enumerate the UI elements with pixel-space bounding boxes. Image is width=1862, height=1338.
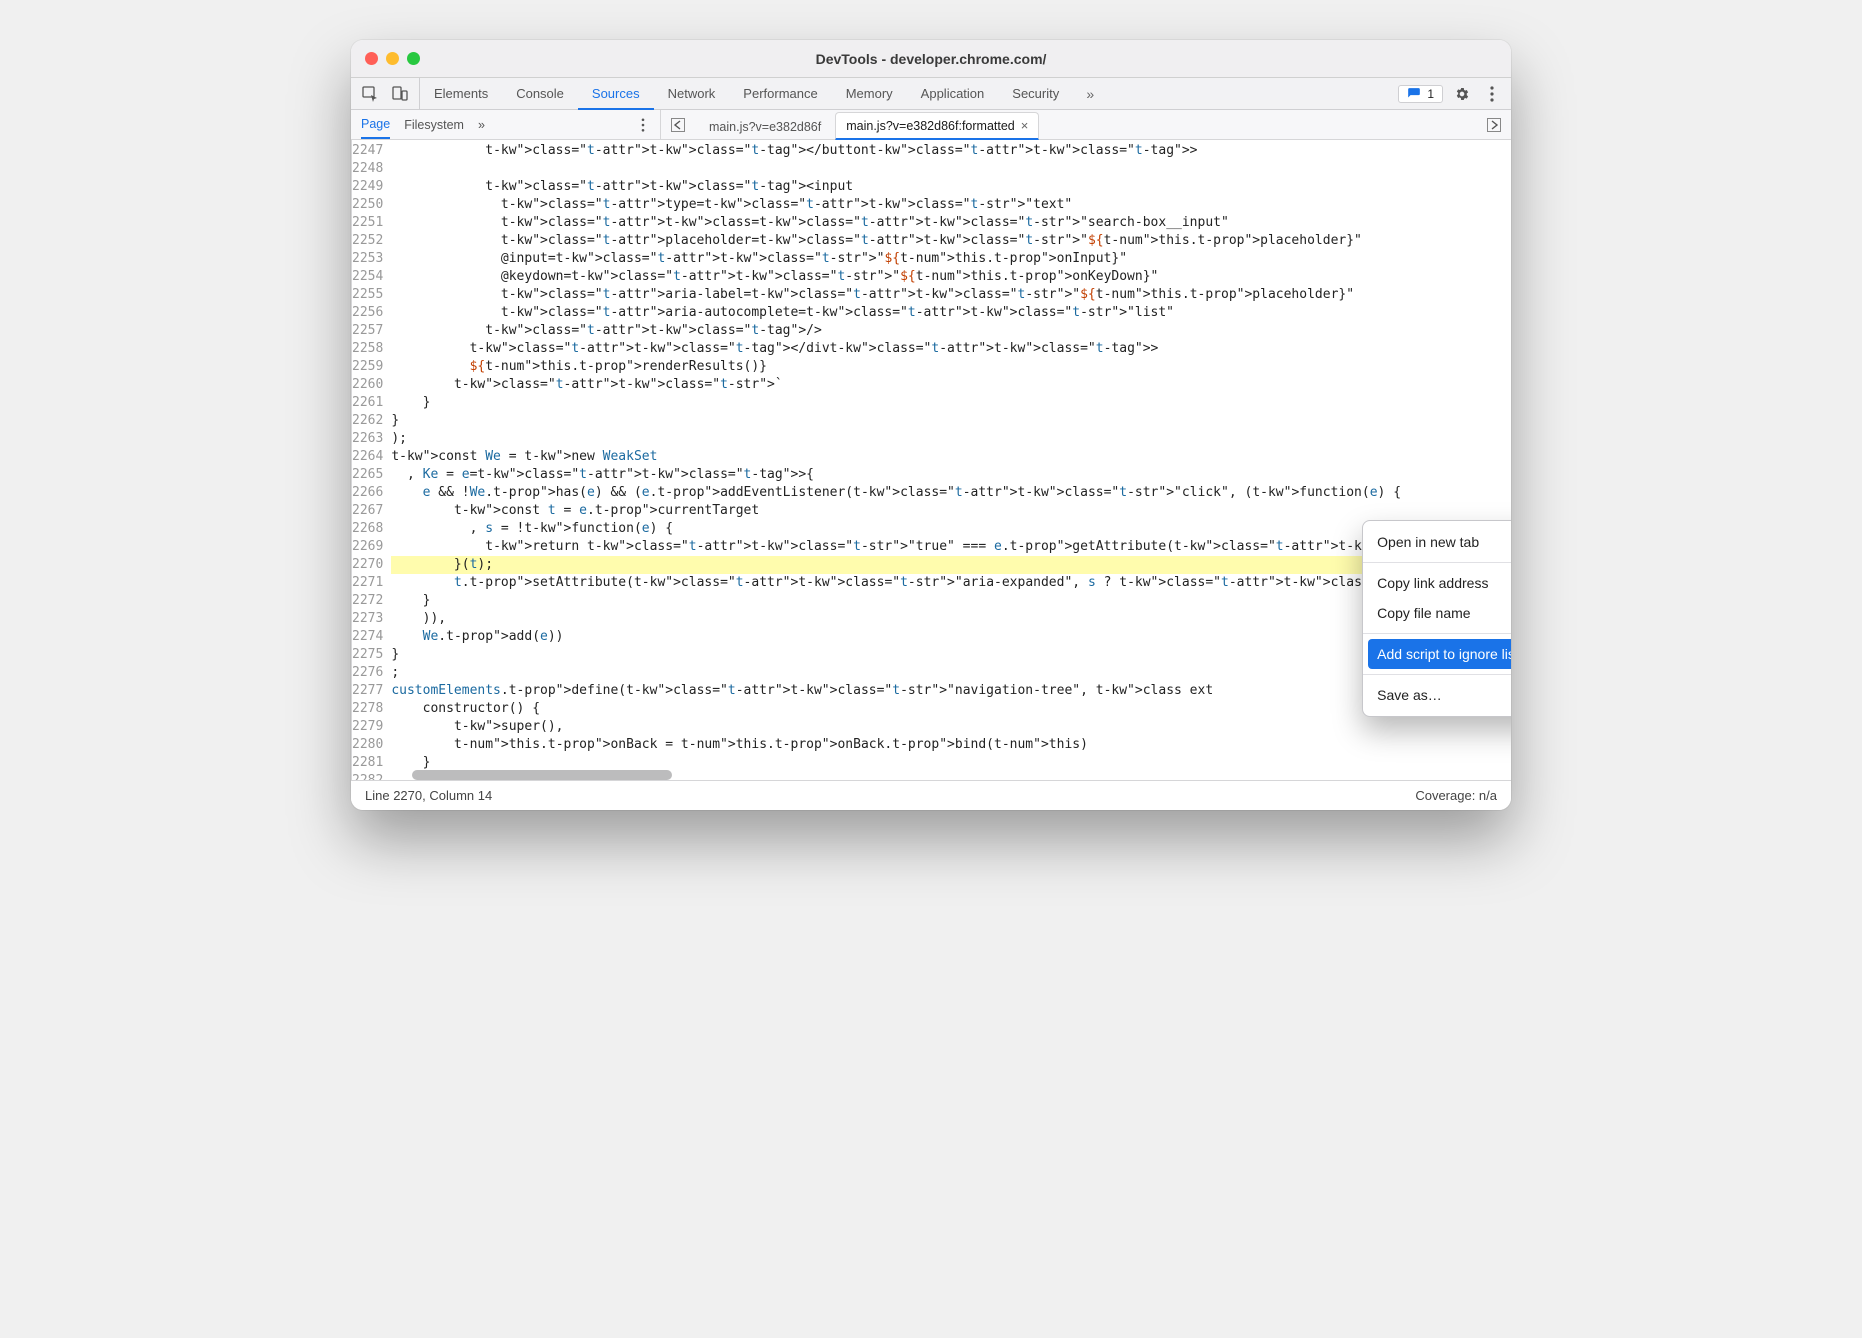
sidebar-more-icon[interactable] <box>632 114 654 136</box>
device-toggle-icon[interactable] <box>389 83 411 105</box>
menu-separator <box>1363 562 1511 563</box>
horizontal-scrollbar[interactable] <box>412 770 672 780</box>
line-number-gutter: 2247224822492250225122522253225422552256… <box>352 140 391 780</box>
context-menu-item[interactable]: Add script to ignore list <box>1368 639 1511 669</box>
kebab-menu-icon[interactable] <box>1481 83 1503 105</box>
devtools-toolbar: ElementsConsoleSourcesNetworkPerformance… <box>351 78 1511 110</box>
sidebar-tab-filesystem[interactable]: Filesystem <box>404 112 464 138</box>
devtools-tab-elements[interactable]: Elements <box>420 78 502 109</box>
menu-separator <box>1363 674 1511 675</box>
context-menu-item[interactable]: Save as… <box>1363 680 1511 710</box>
issues-button[interactable]: 1 <box>1398 85 1443 103</box>
context-menu-item[interactable]: Open in new tab <box>1363 527 1511 557</box>
close-tab-icon[interactable]: × <box>1021 118 1029 133</box>
devtools-tab-console[interactable]: Console <box>502 78 578 109</box>
navigate-back-icon[interactable] <box>667 114 689 136</box>
tabs-overflow-icon[interactable]: » <box>1079 83 1101 105</box>
sidebar-tabs-overflow-icon[interactable]: » <box>478 112 485 138</box>
file-tab-label: main.js?v=e382d86f <box>709 120 821 134</box>
devtools-tab-security[interactable]: Security <box>998 78 1073 109</box>
devtools-tab-performance[interactable]: Performance <box>729 78 831 109</box>
window-title: DevTools - developer.chrome.com/ <box>351 51 1511 67</box>
sources-subtoolbar: Page Filesystem » main.js?v=e382d86f main… <box>351 110 1511 140</box>
menu-separator <box>1363 633 1511 634</box>
context-menu: Open in new tab Copy link addressCopy fil… <box>1362 520 1511 717</box>
status-bar: Line 2270, Column 14 Coverage: n/a <box>351 780 1511 810</box>
cursor-position: Line 2270, Column 14 <box>365 788 492 803</box>
code-editor[interactable]: 2247224822492250225122522253225422552256… <box>352 140 1511 780</box>
devtools-tab-memory[interactable]: Memory <box>832 78 907 109</box>
show-debugger-icon[interactable] <box>1483 114 1505 136</box>
devtools-tab-sources[interactable]: Sources <box>578 78 654 110</box>
window-titlebar: DevTools - developer.chrome.com/ <box>351 40 1511 78</box>
file-tab-label: main.js?v=e382d86f:formatted <box>846 119 1015 133</box>
settings-icon[interactable] <box>1451 83 1473 105</box>
issues-count: 1 <box>1427 87 1434 101</box>
devtools-tab-application[interactable]: Application <box>907 78 999 109</box>
context-menu-item[interactable]: Copy link address <box>1363 568 1511 598</box>
inspect-icon[interactable] <box>359 83 381 105</box>
sidebar-tab-page[interactable]: Page <box>361 111 390 139</box>
file-tab[interactable]: main.js?v=e382d86f:formatted × <box>835 112 1039 140</box>
devtools-tab-network[interactable]: Network <box>654 78 730 109</box>
file-tab[interactable]: main.js?v=e382d86f <box>699 115 831 139</box>
context-menu-item[interactable]: Copy file name <box>1363 598 1511 628</box>
code-lines[interactable]: t-kw">class="t-attr">t-kw">class="t-tag"… <box>391 140 1511 780</box>
coverage-status: Coverage: n/a <box>1415 788 1497 803</box>
